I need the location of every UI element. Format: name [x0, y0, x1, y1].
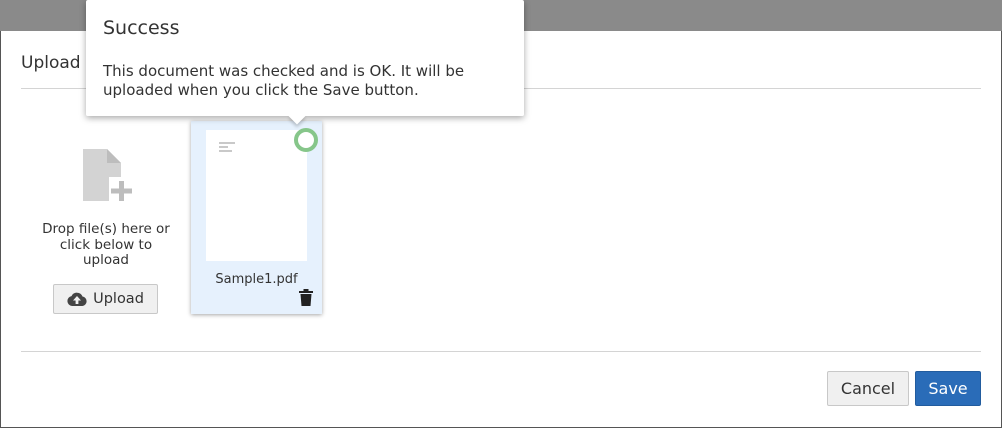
upload-button[interactable]: Upload: [53, 284, 158, 314]
file-name: Sample1.pdf: [215, 272, 298, 287]
file-add-icon: [83, 149, 133, 203]
file-card[interactable]: Sample1.pdf: [191, 121, 322, 314]
thumbnail-text-line: [219, 146, 228, 148]
file-thumbnail: [206, 130, 307, 261]
success-tooltip: Success This document was checked and is…: [86, 0, 524, 125]
trash-icon[interactable]: [299, 289, 313, 306]
tooltip-title: Success: [103, 17, 180, 39]
drop-zone[interactable]: Drop file(s) here or click below to uplo…: [41, 143, 171, 314]
status-ring-icon[interactable]: [294, 128, 318, 152]
footer-divider: [21, 351, 981, 352]
upload-button-label: Upload: [93, 291, 144, 307]
dialog-title: Upload s: [21, 53, 95, 73]
cloud-upload-icon: [67, 292, 87, 306]
drop-instructions: Drop file(s) here or click below to uplo…: [42, 221, 170, 268]
tooltip-message: This document was checked and is OK. It …: [103, 62, 465, 99]
thumbnail-text-line: [219, 150, 232, 152]
thumbnail-text-line: [219, 142, 235, 144]
save-button[interactable]: Save: [915, 371, 981, 406]
cancel-button[interactable]: Cancel: [827, 371, 909, 406]
